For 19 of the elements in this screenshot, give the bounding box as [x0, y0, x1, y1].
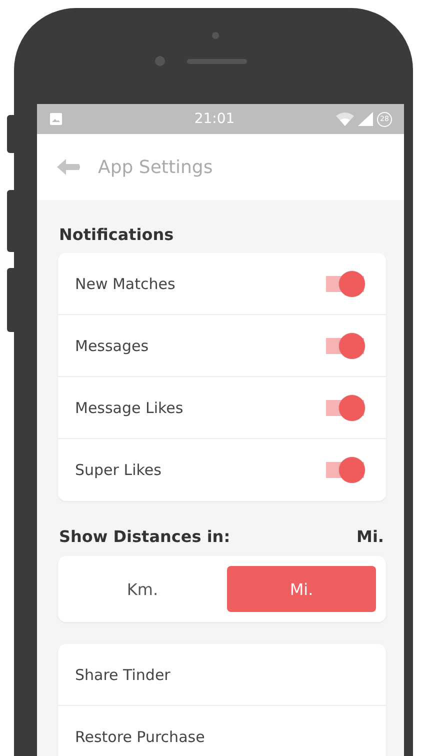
- menu-item[interactable]: Restore Purchase: [75, 728, 205, 746]
- wifi-icon: [336, 112, 354, 126]
- back-arrow-icon[interactable]: [57, 159, 81, 175]
- status-time: 21:01: [193, 111, 236, 127]
- setting-label: Messages: [75, 336, 149, 354]
- setting-label: Super Likes: [75, 461, 162, 479]
- setting-label: Message Likes: [75, 398, 184, 416]
- setting-label: New Matches: [75, 274, 176, 292]
- camera-dot: [212, 32, 219, 39]
- section-heading: Show Distances in:: [59, 527, 230, 546]
- signal-icon: [358, 112, 373, 126]
- speaker-grille: [186, 58, 246, 64]
- menu-item[interactable]: Share Tinder: [75, 666, 170, 684]
- distance-value: Mi.: [356, 527, 384, 546]
- screen-title: App Settings: [98, 156, 213, 178]
- image-icon: [49, 112, 63, 126]
- unit-option[interactable]: Km.: [68, 566, 217, 612]
- section-heading: Notifications: [59, 225, 175, 244]
- sensor-dot: [154, 56, 164, 66]
